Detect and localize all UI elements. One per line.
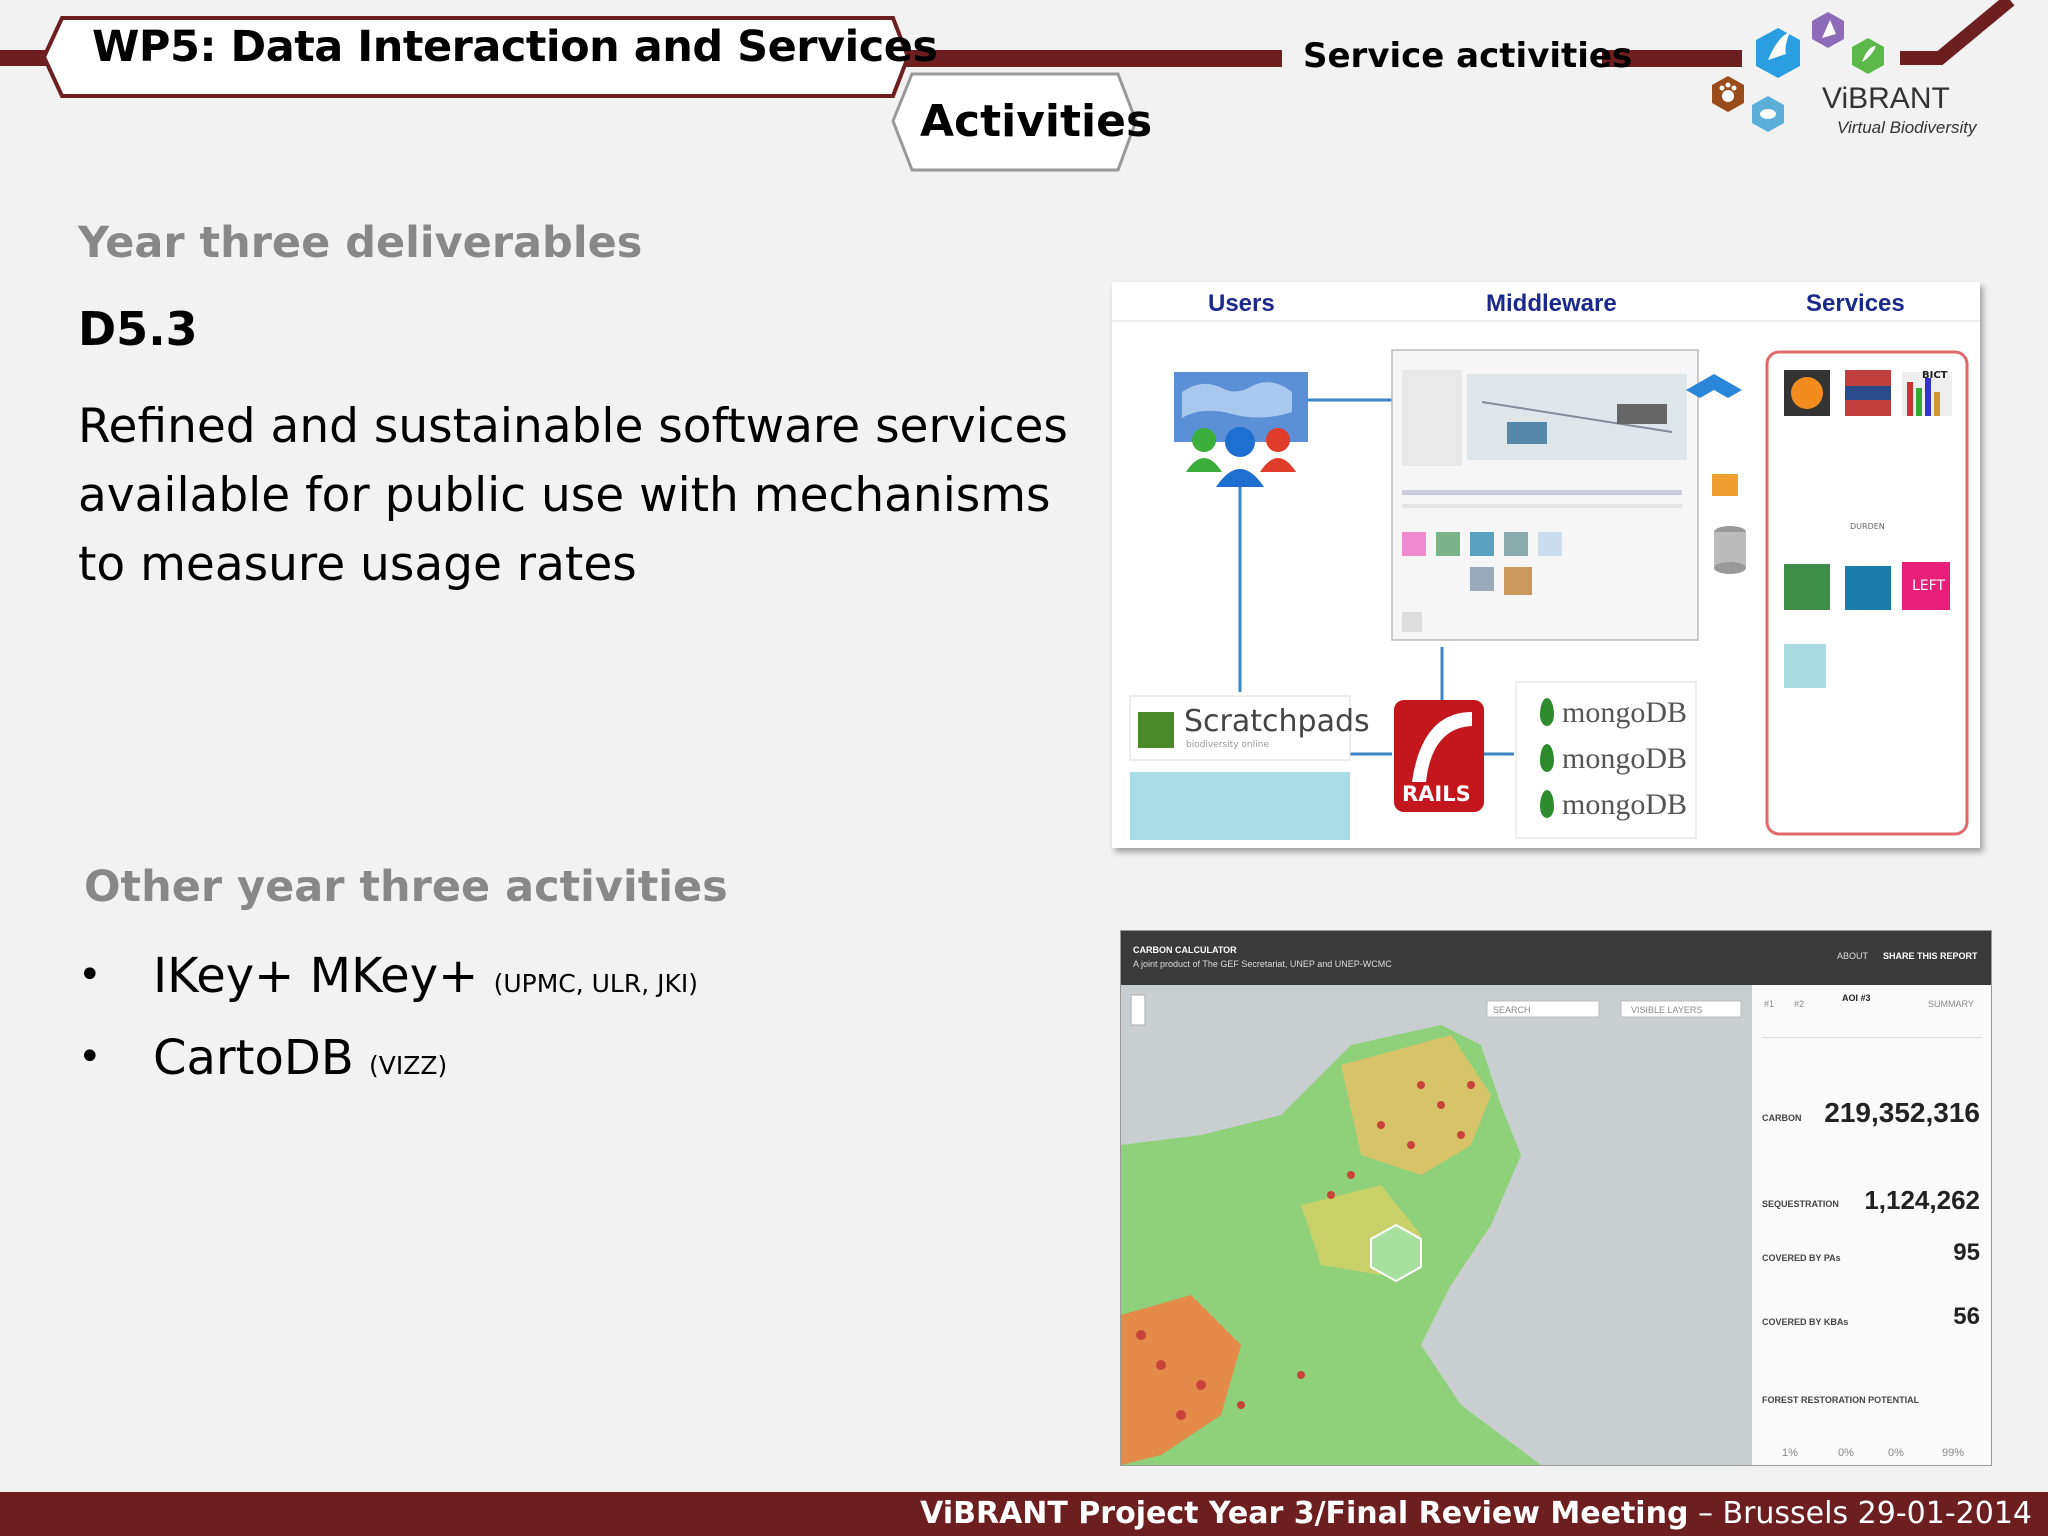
other-activities-heading: Other year three activities (84, 862, 728, 912)
restoration-value: 0% (1888, 1447, 1904, 1459)
activities-list: • IKey+ MKey+ (UPMC, ULR, JKI) • CartoDB… (78, 948, 778, 1112)
bullet: • (78, 952, 102, 998)
app-title: CARBON CALCULATOR (1133, 945, 1237, 955)
map-search-input[interactable]: SEARCH (1493, 1005, 1531, 1015)
carbon-label: CARBON (1762, 1113, 1802, 1123)
restoration-value: 99% (1942, 1447, 1965, 1459)
bullet: • (78, 1034, 102, 1080)
visible-layers-dropdown[interactable]: VISIBLE LAYERS (1631, 1005, 1702, 1015)
item-main: IKey+ MKey+ (153, 948, 494, 1004)
map-graphic (1121, 994, 1742, 1465)
sequestration-value: 1,124,262 (1864, 1185, 1980, 1215)
scratchpads-label: Scratchpads (1184, 704, 1370, 739)
logo-tagline: Virtual Biodiversity (1837, 118, 1977, 137)
covered-kbas-label: COVERED BY KBAs (1762, 1317, 1849, 1327)
rails-label: RAILS (1402, 782, 1471, 806)
tab-2[interactable]: #2 (1794, 999, 1804, 1009)
nav-share[interactable]: SHARE THIS REPORT (1883, 951, 1978, 961)
item-partners: (VIZZ) (369, 1051, 448, 1080)
nav-about[interactable]: ABOUT (1837, 951, 1868, 961)
list-item: • CartoDB (VIZZ) (78, 1030, 778, 1112)
tab-aoi-3[interactable]: AOI #3 (1842, 993, 1871, 1003)
results-sidebar: #1 #2 AOI #3 SUMMARY CARBON 219,352,316 … (1751, 985, 1991, 1465)
carbon-calculator-screenshot: CARBON CALCULATOR A joint product of The… (1120, 930, 1992, 1466)
app-topbar: CARBON CALCULATOR A joint product of The… (1121, 931, 1991, 985)
sequestration-label: SEQUESTRATION (1762, 1199, 1839, 1209)
restoration-value: 0% (1838, 1447, 1854, 1459)
map-area[interactable]: SEARCH VISIBLE LAYERS (1121, 985, 1751, 1465)
deliverable-id: D5.3 (78, 302, 198, 356)
mongodb-1: mongoDB (1540, 696, 1687, 730)
restoration-value: 1% (1782, 1447, 1798, 1459)
section-label: Service activities (1303, 36, 1633, 76)
covered-kbas-value: 56 (1953, 1303, 1980, 1330)
restoration-label: FOREST RESTORATION POTENTIAL (1762, 1395, 1920, 1405)
tab-1[interactable]: #1 (1764, 999, 1774, 1009)
footer-bar: ViBRANT Project Year 3/Final Review Meet… (0, 1492, 2048, 1536)
carbon-value: 219,352,316 (1824, 1097, 1980, 1128)
item-partners: (UPMC, ULR, JKI) (493, 969, 699, 998)
slide-title: WP5: Data Interaction and Services (92, 22, 938, 72)
service-tile-left: LEFT (1912, 578, 1946, 594)
mongodb-2: mongoDB (1540, 742, 1687, 776)
subtitle-tab: Activities (920, 96, 1153, 147)
footer-text: ViBRANT Project Year 3/Final Review Meet… (920, 1496, 2032, 1531)
deliverables-heading: Year three deliverables (78, 218, 643, 268)
logo-name: ViBRANT (1822, 82, 1950, 115)
deliverable-description: Refined and sustainable software service… (78, 399, 1068, 592)
covered-pas-label: COVERED BY PAs (1762, 1253, 1841, 1263)
list-item: • IKey+ MKey+ (UPMC, ULR, JKI) (78, 948, 778, 1030)
scratchpads-sub: biodiversity online (1186, 740, 1269, 750)
meeting-name: ViBRANT Project Year 3/Final Review Meet… (920, 1496, 1689, 1531)
covered-pas-value: 95 (1953, 1239, 1980, 1266)
service-tile-bict: BICT (1922, 370, 1948, 381)
app-subtitle: A joint product of The GEF Secretariat, … (1133, 959, 1392, 969)
tab-summary[interactable]: SUMMARY (1928, 999, 1974, 1009)
location-date: – Brussels 29-01-2014 (1688, 1496, 2032, 1531)
mongodb-3: mongoDB (1540, 788, 1687, 822)
item-main: CartoDB (153, 1030, 369, 1086)
service-tile-durden: DURDEN (1850, 522, 1885, 531)
